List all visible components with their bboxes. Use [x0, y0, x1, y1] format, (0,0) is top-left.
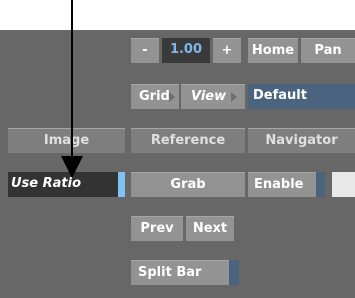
- callout-arrow-icon: [61, 0, 83, 178]
